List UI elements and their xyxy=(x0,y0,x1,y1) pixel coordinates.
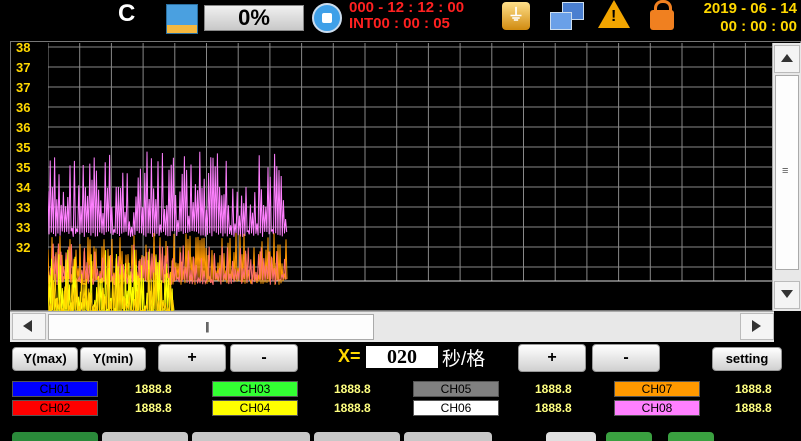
y-tick-label: 38 xyxy=(16,40,31,55)
x-scale-value: 020 xyxy=(366,346,438,368)
horizontal-scroll-thumb[interactable]: ||| xyxy=(48,314,374,340)
scroll-left-button[interactable] xyxy=(12,313,46,340)
app-logo: C xyxy=(118,0,136,27)
time-text: 00 : 00 : 00 xyxy=(720,18,797,35)
date-text: 2019 - 06 - 14 xyxy=(703,0,797,17)
scroll-up-button[interactable] xyxy=(774,45,800,73)
y-tick-label: 34 xyxy=(16,180,31,195)
channel-value-ch02: 1888.8 xyxy=(135,401,172,415)
timer-interval: INT00 : 00 : 05 xyxy=(349,15,450,32)
x-scale-unit: 秒/格 xyxy=(442,349,486,370)
lock-icon[interactable] xyxy=(650,10,674,30)
bottom-prev-button[interactable] xyxy=(606,432,652,441)
y-tick-label: 33 xyxy=(16,200,31,215)
bottom-tab-5[interactable] xyxy=(404,432,492,441)
scroll-right-button[interactable] xyxy=(740,313,774,340)
ymax-button[interactable]: Y(max) xyxy=(12,347,78,371)
save-disk-icon[interactable] xyxy=(166,4,198,34)
channel-swatch-ch05[interactable]: CH05 xyxy=(413,381,499,397)
datetime-display: 2019 - 06 - 14 00 : 00 : 00 xyxy=(692,0,797,36)
ymin-button[interactable]: Y(min) xyxy=(80,347,146,371)
y-zoom-in-button[interactable]: + xyxy=(158,344,226,372)
channel-value-ch06: 1888.8 xyxy=(535,401,572,415)
y-tick-label: 32 xyxy=(16,240,31,255)
setting-button[interactable]: setting xyxy=(712,347,782,371)
bottom-next-button[interactable] xyxy=(668,432,714,441)
channel-value-ch03: 1888.8 xyxy=(334,382,371,396)
bottom-tab-3[interactable] xyxy=(192,432,310,441)
x-zoom-out-button[interactable]: - xyxy=(592,344,660,372)
channel-swatch-ch08[interactable]: CH08 xyxy=(614,400,700,416)
ch08-trace xyxy=(48,151,288,237)
bottom-search-button[interactable] xyxy=(546,432,596,441)
channel-swatch-ch04[interactable]: CH04 xyxy=(212,400,298,416)
y-tick-label: 37 xyxy=(16,60,31,75)
channel-value-ch07: 1888.8 xyxy=(735,382,772,396)
bottom-tab-1[interactable] xyxy=(12,432,98,441)
channel-swatch-ch06[interactable]: CH06 xyxy=(413,400,499,416)
y-zoom-out-button[interactable]: - xyxy=(230,344,298,372)
warning-mark: ! xyxy=(611,8,617,25)
usb-icon[interactable]: ⏚ xyxy=(502,2,530,30)
y-tick-label: 36 xyxy=(16,100,31,115)
channel-swatch-ch01[interactable]: CH01 xyxy=(12,381,98,397)
y-tick-label: 33 xyxy=(16,220,31,235)
channel-value-ch05: 1888.8 xyxy=(535,382,572,396)
x-scale-label: X= xyxy=(338,346,361,366)
y-tick-label: 36 xyxy=(16,120,31,135)
timer-display: 000 - 12 : 12 : 00 INT00 : 00 : 05 xyxy=(349,0,464,32)
network-icon[interactable] xyxy=(550,2,584,32)
vertical-scroll-thumb[interactable]: ≡ xyxy=(775,75,799,270)
y-tick-label: 37 xyxy=(16,80,31,95)
timer-main: 000 - 12 : 12 : 00 xyxy=(349,0,465,16)
channel-value-ch04: 1888.8 xyxy=(334,401,371,415)
channel-value-ch01: 1888.8 xyxy=(135,382,172,396)
bottom-tab-4[interactable] xyxy=(314,432,400,441)
y-tick-label: 35 xyxy=(16,160,31,175)
y-tick-label: 35 xyxy=(16,140,31,155)
trend-plot[interactable] xyxy=(48,43,772,311)
vertical-scrollbar[interactable]: ≡ xyxy=(772,43,801,311)
stop-button[interactable] xyxy=(312,3,342,33)
channel-swatch-ch02[interactable]: CH02 xyxy=(12,400,98,416)
progress-indicator: 0% xyxy=(204,5,304,31)
stop-icon xyxy=(322,13,332,23)
channel-swatch-ch07[interactable]: CH07 xyxy=(614,381,700,397)
bottom-tab-2[interactable] xyxy=(102,432,188,441)
horizontal-scrollbar[interactable]: ||| xyxy=(10,311,774,342)
scroll-down-button[interactable] xyxy=(774,281,800,309)
x-zoom-in-button[interactable]: + xyxy=(518,344,586,372)
channel-swatch-ch03[interactable]: CH03 xyxy=(212,381,298,397)
channel-value-ch08: 1888.8 xyxy=(735,401,772,415)
